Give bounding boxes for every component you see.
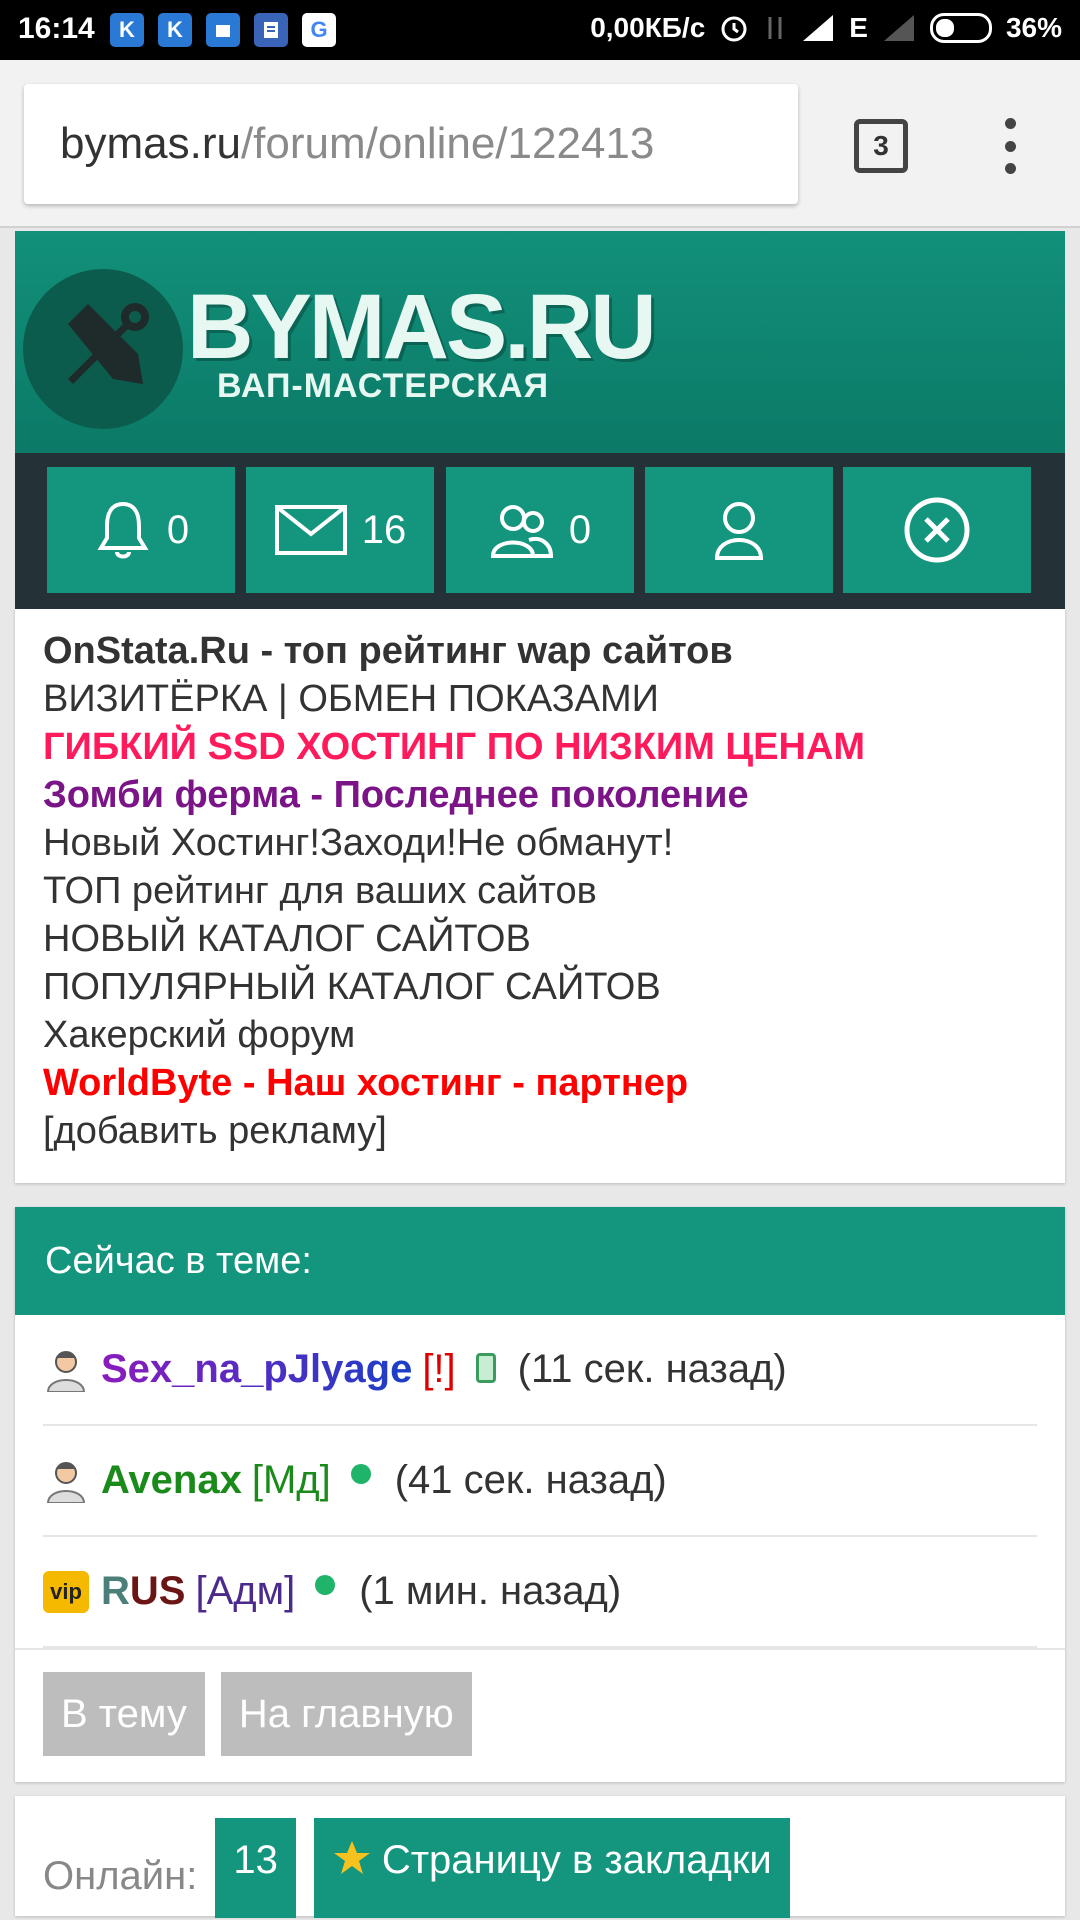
data-transfer-icon — [763, 13, 787, 43]
profile-button[interactable] — [645, 467, 833, 593]
to-topic-button[interactable]: В тему — [43, 1672, 205, 1756]
bell-icon — [97, 501, 149, 559]
k-app-icon: K — [110, 13, 144, 47]
signal-icon-2 — [882, 13, 916, 43]
status-bar: 16:14 K K G 0,00КБ/с E 36% — [0, 0, 1080, 60]
user-toolbar: 0 16 0 — [15, 453, 1065, 609]
network-type: E — [849, 12, 868, 43]
ad-link[interactable]: OnStata.Ru - топ рейтинг wap сайтов — [43, 627, 1037, 675]
user-row: vip RUS [Адм] (1 мин. назад) — [43, 1537, 1037, 1648]
navigation-buttons: В тему На главную — [15, 1648, 1065, 1782]
user-role: [!] — [422, 1347, 456, 1391]
online-heading: Сейчас в теме: — [15, 1207, 1065, 1315]
doc-app-icon — [206, 13, 240, 47]
wrench-logo-icon — [23, 269, 183, 429]
tab-switcher-button[interactable]: 3 — [854, 119, 908, 173]
bookmark-label: Страницу в закладки — [381, 1838, 772, 1882]
status-right: 0,00КБ/с E 36% — [590, 12, 1062, 44]
user-nick[interactable]: Sex_na_pJlyage — [101, 1347, 412, 1392]
friends-button[interactable]: 0 — [446, 467, 634, 593]
friends-count: 0 — [568, 507, 592, 552]
ad-link[interactable]: WorldByte - Наш хостинг - партнер — [43, 1059, 1037, 1107]
to-main-button[interactable]: На главную — [220, 1672, 472, 1756]
user-row: Sex_na_pJlyage [!] (11 сек. назад) — [43, 1315, 1037, 1426]
battery-icon — [929, 13, 992, 43]
close-circle-icon — [904, 497, 970, 563]
menu-dot — [1004, 118, 1016, 129]
clock: 16:14 — [18, 12, 95, 45]
footer: Онлайн: 13 Страницу в закладки — [15, 1796, 1065, 1918]
ad-link[interactable]: ГИБКИЙ SSD ХОСТИНГ ПО НИЗКИМ ЦЕНАМ — [43, 723, 1037, 771]
site-banner[interactable]: BYMAS.RU ВАП-МАСТЕРСКАЯ — [15, 231, 1065, 453]
browser-toolbar: bymas.ru/forum/online/122413 3 — [0, 60, 1080, 228]
clipboard-app-icon — [254, 13, 288, 47]
ad-link[interactable]: ПОПУЛЯРНЫЙ КАТАЛОГ САЙТОВ — [43, 963, 1037, 1011]
ad-link[interactable]: НОВЫЙ КАТАЛОГ САЙТОВ — [43, 915, 1037, 963]
site-subtitle: ВАП-МАСТЕРСКАЯ — [217, 367, 550, 405]
logout-button[interactable] — [843, 467, 1031, 593]
notifications-count: 0 — [166, 507, 190, 552]
online-in-topic: Сейчас в теме: Sex_na_pJlyage [!] (11 се… — [15, 1207, 1065, 1782]
ad-link[interactable]: Зомби ферма - Последнее поколение — [43, 771, 1037, 819]
page-content: BYMAS.RU ВАП-МАСТЕРСКАЯ 0 16 0 OnStata.R… — [15, 231, 1065, 1918]
user-row: Avenax [Мд] (41 сек. назад) — [43, 1426, 1037, 1537]
user-avatar-icon — [43, 1458, 89, 1504]
signal-icon — [801, 13, 835, 43]
online-count-button[interactable]: 13 — [215, 1818, 296, 1918]
ad-link[interactable]: ТОП рейтинг для ваших сайтов — [43, 867, 1037, 915]
online-label: Онлайн: — [43, 1854, 198, 1898]
k-app-icon: K — [158, 13, 192, 47]
bookmark-button[interactable]: Страницу в закладки — [313, 1818, 790, 1918]
star-icon — [333, 1841, 370, 1874]
battery-percent: 36% — [1005, 12, 1062, 43]
ads-block: OnStata.Ru - топ рейтинг wap сайтов ВИЗИ… — [15, 609, 1065, 1183]
user-nick[interactable]: RUS — [101, 1569, 185, 1614]
add-ad-link[interactable]: [добавить рекламу] — [43, 1107, 1037, 1155]
online-dot-icon — [315, 1574, 336, 1595]
user-role: [Адм] — [195, 1569, 296, 1613]
network-speed: 0,00КБ/с — [590, 12, 706, 43]
menu-dot — [1004, 163, 1016, 174]
ad-link[interactable]: Новый Хостинг!Заходи!Не обманут! — [43, 819, 1037, 867]
users-icon — [490, 505, 553, 558]
user-last-seen: (41 сек. назад) — [394, 1458, 667, 1502]
alarm-icon — [719, 13, 749, 43]
mobile-icon — [475, 1352, 496, 1383]
user-avatar-icon — [43, 1347, 89, 1393]
site-title: BYMAS.RU — [187, 276, 657, 378]
ad-link[interactable]: ВИЗИТЁРКА | ОБМЕН ПОКАЗАМИ — [43, 675, 1037, 723]
menu-dot — [1004, 140, 1016, 152]
messages-button[interactable]: 16 — [246, 467, 434, 593]
url-bar[interactable]: bymas.ru/forum/online/122413 — [24, 84, 798, 204]
user-last-seen: (1 мин. назад) — [359, 1569, 622, 1613]
url-path: /forum/online/122413 — [240, 119, 655, 168]
user-role: [Мд] — [251, 1458, 331, 1502]
notifications-button[interactable]: 0 — [47, 467, 235, 593]
user-nick[interactable]: Avenax — [101, 1458, 242, 1503]
user-last-seen: (11 сек. назад) — [517, 1347, 787, 1391]
google-app-icon: G — [302, 13, 336, 47]
vip-badge-icon: vip — [43, 1569, 89, 1615]
envelope-icon — [274, 505, 347, 555]
user-list: Sex_na_pJlyage [!] (11 сек. назад) Avena… — [15, 1315, 1065, 1648]
user-icon — [714, 502, 764, 560]
notification-icons: K K G — [110, 13, 336, 47]
url-host: bymas.ru — [60, 119, 241, 168]
messages-count: 16 — [361, 507, 407, 552]
menu-button[interactable] — [998, 118, 1022, 174]
online-dot-icon — [350, 1463, 371, 1484]
ad-link[interactable]: Хакерский форум — [43, 1011, 1037, 1059]
